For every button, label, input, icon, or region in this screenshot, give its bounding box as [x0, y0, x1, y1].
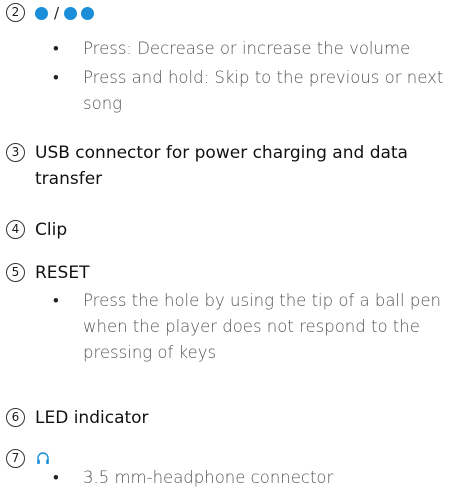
item-number: 3 [6, 143, 25, 162]
volume-up-icon [64, 6, 78, 20]
headphone-icon [37, 452, 49, 464]
item-number: 2 [6, 3, 25, 22]
item-number: 6 [6, 408, 25, 427]
bullet-text: 3.5 mm-headphone connector [83, 468, 334, 487]
bullet-marker: • [53, 39, 59, 58]
item-title: LED indicator [35, 408, 149, 428]
bullet-marker: • [53, 68, 59, 87]
item-title: Clip [35, 220, 68, 240]
item-number: 4 [6, 220, 25, 239]
bullet-text: Press and hold: Skip to the previous or … [83, 68, 444, 113]
separator: / [54, 4, 60, 22]
item-number: 7 [6, 449, 25, 468]
item-title: USB connector for power charging and dat… [35, 143, 408, 189]
bullet-text: Press the hole by using the tip of a bal… [83, 291, 441, 362]
volume-buttons: / [35, 4, 95, 22]
bullet-text: Press: Decrease or increase the volume [83, 39, 411, 58]
item-number: 5 [6, 263, 25, 282]
bullet-marker: • [53, 291, 59, 310]
item-title: RESET [35, 263, 90, 283]
volume-down-icon [35, 6, 48, 20]
volume-up-icon [81, 6, 95, 20]
bullet-marker: • [53, 468, 59, 487]
